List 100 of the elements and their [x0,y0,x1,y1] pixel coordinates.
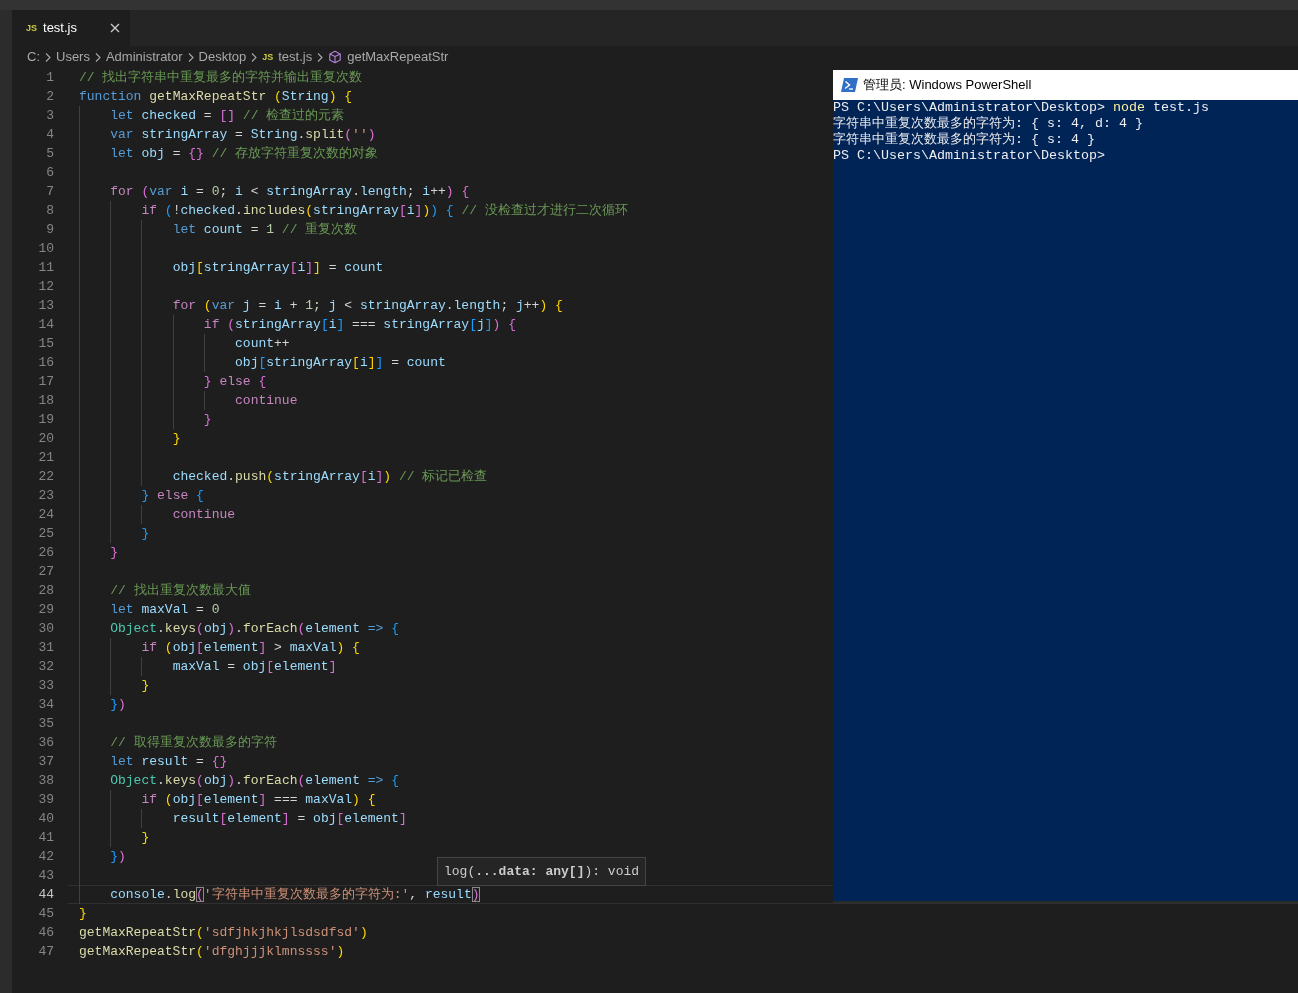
line-number: 33 [38,677,54,695]
chevron-right-icon [317,52,324,62]
code-line: } [141,678,150,693]
line-number: 27 [38,563,54,581]
line-number: 38 [38,772,54,790]
code-line: if (obj[element] > maxVal) { [141,640,360,655]
code-line: function getMaxRepeatStr (String) { [79,89,353,104]
code-line: // 取得重复次数最多的字符 [110,735,277,750]
chevron-right-icon [251,52,258,62]
code-line: let result = {} [110,754,228,769]
chevron-right-icon [94,52,101,62]
line-number: 30 [38,620,54,638]
code-line: var stringArray = String.split('') [110,127,376,142]
line-number: 16 [38,354,54,372]
terminal-line: 字符串中重复次数最多的字符为: { s: 4 } [833,132,1095,148]
line-number: 28 [38,582,54,600]
line-number: 20 [38,430,54,448]
line-number: 9 [46,221,54,239]
line-number: 11 [38,259,54,277]
code-line: }) [110,697,126,712]
code-line: let count = 1 // 重复次数 [172,222,358,237]
line-number: 39 [38,791,54,809]
terminal-line: 字符串中重复次数最多的字符为: { s: 4, d: 4 } [833,116,1143,132]
line-number: 37 [38,753,54,771]
line-number: 45 [38,905,54,923]
line-number: 34 [38,696,54,714]
line-number: 43 [38,867,54,885]
line-number: 26 [38,544,54,562]
line-number: 6 [46,164,54,182]
line-number: 4 [46,126,54,144]
line-number: 23 [38,487,54,505]
window-title: 管理员: Windows PowerShell [863,76,1032,95]
line-number: 5 [46,145,54,163]
terminal-line: PS C:\Users\Administrator\Desktop> [833,148,1105,164]
code-line: } [141,830,150,845]
code-line: checked.push(stringArray[i]) // 标记已检查 [172,469,488,484]
js-file-icon: JS [262,52,274,62]
code-line: } [79,906,87,921]
line-number: 25 [38,525,54,543]
line-number: 40 [38,810,54,828]
code-line: if (obj[element] === maxVal) { [141,792,376,807]
chevron-right-icon [187,52,194,62]
code-line: console.log('字符串中重复次数最多的字符为:', result) [110,887,480,902]
code-line: continue [172,507,236,522]
line-number: 8 [46,202,54,220]
line-number: 31 [38,639,54,657]
line-number: 41 [38,829,54,847]
line-number: 18 [38,392,54,410]
code-line: result[element] = obj[element] [172,811,407,826]
line-number: 21 [38,449,54,467]
line-number: 24 [38,506,54,524]
code-line: if (stringArray[i] === stringArray[j]) { [203,317,516,332]
line-number: 10 [38,240,54,258]
code-line: getMaxRepeatStr('sdfjhkjhkjlsdsdfsd') [79,925,368,940]
code-line: maxVal = obj[element] [172,659,337,674]
terminal-icon [841,78,858,92]
code-line: } [203,412,212,427]
breadcrumb-item[interactable]: Desktop [198,47,247,67]
breadcrumb-item[interactable]: C: [27,47,40,67]
code-line: count++ [235,336,290,351]
line-number: 42 [38,848,54,866]
code-line: } [110,545,119,560]
code-line: getMaxRepeatStr('dfghjjjklmnssss') [79,944,345,959]
code-line: continue [235,393,298,408]
code-line: for (var i = 0; i < stringArray.length; i++) { [110,184,470,199]
line-number: 22 [38,468,54,486]
js-file-icon: JS [26,23,37,33]
code-line: Object.keys(obj).forEach(element => { [110,621,399,636]
code-line: // 找出重复次数最大值 [110,583,251,598]
code-line: } [172,431,181,446]
line-number: 44 [38,886,54,904]
code-line: } else { [141,488,204,503]
code-line: // 找出字符串中重复最多的字符并输出重复次数 [79,70,363,85]
line-number: 29 [38,601,54,619]
line-number: 19 [38,411,54,429]
breadcrumb-item[interactable]: Users [56,47,90,67]
line-number: 32 [38,658,54,676]
code-line: } else { [203,374,267,389]
code-line: let maxVal = 0 [110,602,220,617]
line-number: 1 [46,69,54,87]
editor-tab[interactable]: JS test.js [12,10,130,46]
cube-icon [328,50,343,64]
terminal-line: PS C:\Users\Administrator\Desktop> node test.js [833,100,1209,116]
line-number: 7 [46,183,54,201]
chevron-right-icon [45,52,51,62]
line-number: 3 [46,107,54,125]
breadcrumb-item[interactable]: getMaxRepeatStr [328,47,449,67]
line-number: 14 [38,316,54,334]
line-number: 2 [46,88,54,106]
breadcrumb-item[interactable]: JS test.js [262,47,313,67]
code-line: for (var j = i + 1; j < stringArray.length; j++) { [172,298,563,313]
breadcrumb-item[interactable]: Administrator [105,47,183,67]
line-number: 47 [38,943,54,961]
line-number: 12 [38,278,54,296]
code-line: Object.keys(obj).forEach(element => { [110,773,399,788]
close-icon[interactable] [110,23,120,33]
code-line: if (!checked.includes(stringArray[i])) { // 没检查过才进行二次循环 [141,203,628,218]
code-line: let obj = {} // 存放字符重复次数的对象 [110,146,379,161]
line-number: 35 [38,715,54,733]
line-number: 17 [38,373,54,391]
